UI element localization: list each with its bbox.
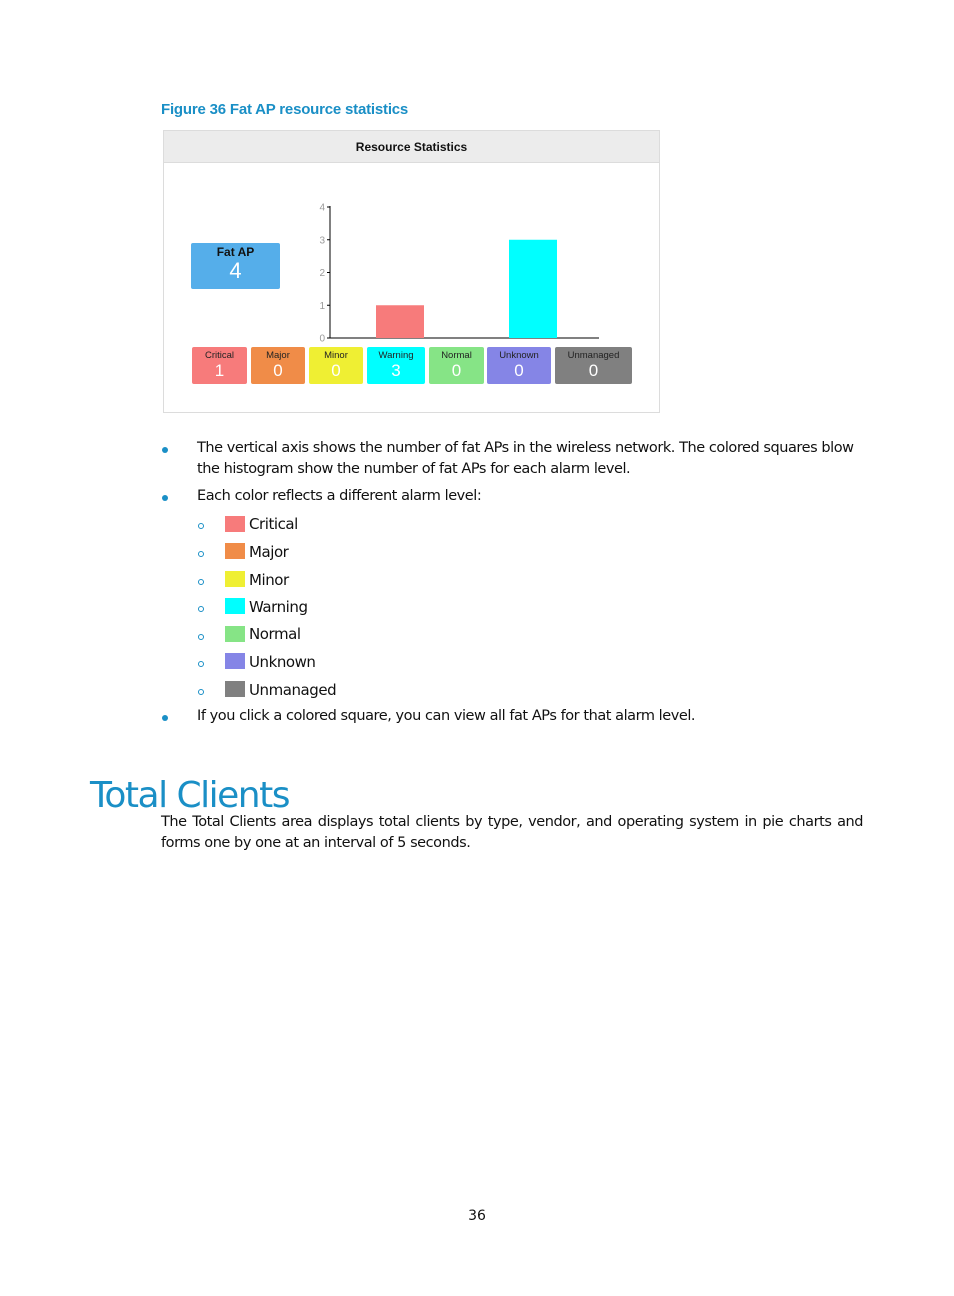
level-box-major[interactable]: Major 0 [251,347,305,384]
fat-ap-total-box[interactable]: Fat AP 4 [191,243,280,289]
y-tick-label: 3 [319,235,325,246]
fat-ap-count: 4 [229,258,242,283]
alarm-level-label: Minor [249,571,289,589]
level-count: 0 [273,361,283,380]
level-box-normal[interactable]: Normal 0 [429,347,484,384]
level-label: Unknown [499,350,539,361]
warning-color-swatch [225,598,245,614]
fat-ap-label: Fat AP [216,245,255,259]
sub-bullet-icon [198,689,204,695]
level-label: Normal [441,350,472,361]
bullet-icon [162,495,168,501]
alarm-level-label: Unknown [249,653,316,671]
page-number: 36 [468,1208,486,1224]
level-box-warning[interactable]: Warning 3 [367,347,425,384]
bullet-text: If you click a colored square, you can v… [197,708,696,724]
level-count: 0 [331,361,341,380]
alarm-level-label: Normal [249,625,301,643]
fat-ap-histogram: 0 1 2 3 4 [319,203,599,345]
figure-caption: Figure 36 Fat AP resource statistics [161,101,409,118]
sub-bullet-icon [198,523,204,529]
level-count: 3 [391,361,401,380]
minor-color-swatch [225,571,245,587]
y-tick-label: 1 [319,301,325,312]
level-label: Critical [204,350,235,361]
level-label: Minor [324,350,348,361]
sub-bullet-icon [198,661,204,667]
bar-warning [509,239,557,338]
level-count: 0 [451,361,462,380]
resource-statistics-panel: Resource Statistics Fat AP 4 0 1 2 3 4 Criti… [163,130,660,413]
unknown-color-swatch [225,653,245,669]
level-label: Warning [378,350,414,361]
level-count: 1 [214,361,225,380]
level-box-unknown[interactable]: Unknown 0 [487,347,551,384]
sub-bullet-icon [198,551,204,557]
bullet-icon [162,715,168,721]
y-tick-label: 0 [319,334,325,345]
y-tick-label: 2 [319,268,325,279]
alarm-level-label: Critical [249,515,298,533]
level-label: Unmanaged [567,350,620,361]
level-count: 0 [588,361,599,380]
bullet-text: The vertical axis shows the number of fa… [197,440,854,477]
level-box-minor[interactable]: Minor 0 [309,347,363,384]
level-box-unmanaged[interactable]: Unmanaged 0 [555,347,632,384]
level-box-critical[interactable]: Critical 1 [192,347,247,384]
alarm-level-label: Major [249,543,289,561]
sub-bullet-icon [198,579,204,585]
panel-title: Resource Statistics [164,131,659,163]
alarm-level-label: Unmanaged [249,681,337,699]
y-tick-label: 4 [319,203,325,214]
bullet-icon [162,447,168,453]
bar-critical [376,305,424,338]
unmanaged-color-swatch [225,681,245,697]
sub-bullet-icon [198,606,204,612]
critical-color-swatch [225,516,245,532]
normal-color-swatch [225,626,245,642]
sub-bullet-icon [198,634,204,640]
level-count: 0 [514,361,524,380]
level-label: Major [266,350,290,361]
major-color-swatch [225,543,245,559]
bullet-text: Each color reflects a different alarm le… [197,488,482,504]
alarm-level-label: Warning [249,598,308,616]
section-paragraph: The Total Clients area displays total cl… [161,814,863,851]
